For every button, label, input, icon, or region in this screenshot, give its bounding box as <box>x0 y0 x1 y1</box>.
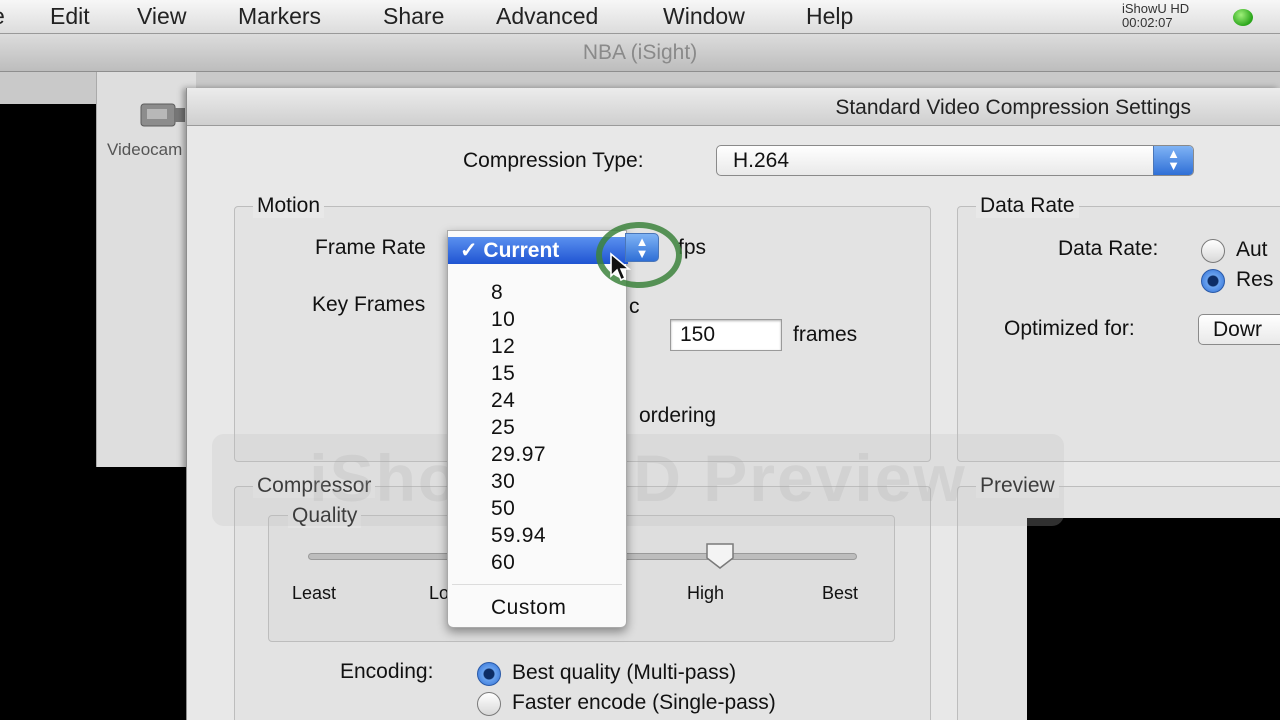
fps-option[interactable]: 59.94 <box>491 524 546 548</box>
fps-option[interactable]: 25 <box>491 416 515 440</box>
encoding-label: Encoding: <box>340 660 434 683</box>
menu-edit[interactable]: Edit <box>50 3 90 30</box>
fps-option[interactable]: 10 <box>491 308 515 332</box>
optimized-for-value: Dowr <box>1213 318 1263 341</box>
quality-tick-least: Least <box>292 583 337 603</box>
fps-option[interactable]: 60 <box>491 551 515 575</box>
menu-separator <box>452 584 622 585</box>
recording-status-icon[interactable] <box>1233 9 1253 26</box>
menu-window[interactable]: Window <box>663 3 745 30</box>
fps-option[interactable]: 24 <box>491 389 515 413</box>
recorder-time: 00:02:07 <box>1122 15 1173 30</box>
encoding-singlepass-label: Faster encode (Single-pass) <box>512 691 776 714</box>
fps-option-custom[interactable]: Custom <box>491 596 566 620</box>
encoding-singlepass-radio[interactable] <box>477 692 501 716</box>
videocam-icon[interactable] <box>137 94 187 134</box>
data-rate-title: Data Rate <box>976 194 1079 218</box>
recorder-name: iShowU HD <box>1122 1 1190 16</box>
compression-type-label: Compression Type: <box>463 149 644 172</box>
data-rate-auto-radio[interactable] <box>1201 239 1225 263</box>
quality-slider-thumb[interactable] <box>705 542 735 570</box>
encoding-multipass-label: Best quality (Multi-pass) <box>512 661 737 684</box>
frame-rate-menu: ✓ Current 8 10 12 15 24 25 29.97 30 50 5… <box>447 230 628 628</box>
updown-arrows-icon: ▲ ▼ <box>1153 146 1193 175</box>
compression-type-value: H.264 <box>733 149 790 172</box>
frame-reordering-label[interactable]: ordering <box>639 404 716 428</box>
key-frames-automatic-label: c <box>629 295 640 318</box>
fps-option[interactable]: 15 <box>491 362 515 386</box>
frames-unit-label: frames <box>793 323 858 346</box>
frame-rate-label: Frame Rate <box>315 236 426 259</box>
watermark: iShowU HD Preview <box>309 441 967 515</box>
dialog-title: Standard Video Compression Settings <box>835 96 1191 119</box>
compression-type-select[interactable]: H.264 ▲ ▼ <box>716 145 1194 176</box>
motion-title: Motion <box>253 194 325 218</box>
key-frames-label: Key Frames <box>312 293 426 316</box>
source-panel: Videocam <box>96 72 196 467</box>
menu-help[interactable]: Help <box>806 3 853 30</box>
quality-tick-best: Best <box>822 583 859 603</box>
preview-image <box>1027 518 1280 720</box>
data-rate-restrict-label: Res <box>1236 268 1274 291</box>
fps-option[interactable]: 12 <box>491 335 515 359</box>
quality-tick-high: High <box>687 583 725 603</box>
data-rate-label: Data Rate: <box>1058 237 1159 260</box>
menu-markers[interactable]: Markers <box>238 3 321 30</box>
fps-option[interactable]: 8 <box>491 281 503 305</box>
main-window-titlebar: NBA (iSight) <box>0 34 1280 72</box>
menu-view[interactable]: View <box>137 3 186 30</box>
recorder-status[interactable]: iShowU HD 00:02:07 <box>1122 2 1189 30</box>
main-window-title: NBA (iSight) <box>582 41 698 64</box>
mouse-cursor-icon <box>610 252 631 282</box>
optimized-for-select[interactable]: Dowr <box>1198 314 1280 345</box>
menu-advanced[interactable]: Advanced <box>496 3 598 30</box>
fps-option[interactable]: 50 <box>491 497 515 521</box>
menu-bar: e Edit View Markers Share Advanced Windo… <box>0 0 1280 34</box>
videocam-label: Videocam <box>107 140 183 159</box>
fps-option[interactable]: 29.97 <box>491 443 546 467</box>
compression-settings-dialog: Standard Video Compression Settings Comp… <box>186 88 1280 720</box>
encoding-multipass-radio[interactable] <box>477 662 501 686</box>
menu-file-fragment[interactable]: e <box>0 3 5 30</box>
fps-option[interactable]: 30 <box>491 470 515 494</box>
video-view <box>0 104 96 720</box>
data-rate-auto-label: Aut <box>1236 238 1268 261</box>
optimized-for-label: Optimized for: <box>1004 317 1135 340</box>
menu-share[interactable]: Share <box>383 3 444 30</box>
fps-unit-label: fps <box>678 236 707 259</box>
dialog-titlebar: Standard Video Compression Settings <box>187 88 1280 126</box>
data-rate-restrict-radio[interactable] <box>1201 269 1225 293</box>
key-frames-input[interactable]: 150 <box>670 319 782 351</box>
